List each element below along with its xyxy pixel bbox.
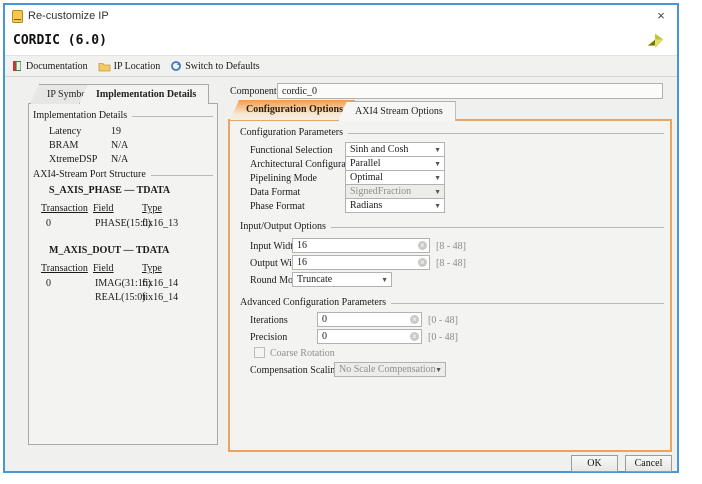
switch-to-defaults-button[interactable]: Switch to Defaults <box>170 60 259 72</box>
documentation-label: Documentation <box>26 61 88 72</box>
iterations-range: [0 - 48] <box>428 315 458 326</box>
data-format-value: SignedFraction <box>350 186 411 197</box>
col-header-type: Type <box>142 203 162 214</box>
configuration-options-panel: Configuration Parameters Functional Sele… <box>228 119 672 452</box>
implementation-details-panel: Implementation Details Latency 19 BRAM N… <box>28 103 218 445</box>
bram-value: N/A <box>111 140 128 151</box>
component-name-input[interactable] <box>277 83 663 99</box>
output-width-field[interactable] <box>292 255 430 270</box>
data-format-dropdown: SignedFraction ▼ <box>345 184 445 199</box>
table-cell: REAL(15:0) <box>95 292 146 303</box>
ip-block-icon <box>12 10 23 23</box>
axi-port-structure-section-title: AXI4-Stream Port Structure <box>33 169 213 180</box>
chevron-down-icon: ▼ <box>434 174 441 182</box>
table-cell: fix16_14 <box>142 278 178 289</box>
col-header-type: Type <box>142 263 162 274</box>
phase-format-dropdown[interactable]: Radians ▼ <box>345 198 445 213</box>
input-width-label: Input Width <box>250 241 298 252</box>
s-axis-phase-title: S_AXIS_PHASE — TDATA <box>49 185 170 196</box>
close-icon[interactable]: × <box>654 9 668 23</box>
architectural-configuration-dropdown[interactable]: Parallel ▼ <box>345 156 445 171</box>
clear-icon[interactable]: × <box>410 332 419 341</box>
precision-field[interactable] <box>317 329 422 344</box>
folder-icon <box>98 61 111 72</box>
ok-button[interactable]: OK <box>571 455 618 472</box>
toolbar: Documentation IP Location Switch to Defa… <box>5 55 677 77</box>
pipelining-mode-label: Pipelining Mode <box>250 173 317 184</box>
architectural-configuration-value: Parallel <box>350 158 381 169</box>
ip-header: CORDIC (6.0) <box>5 27 677 55</box>
switch-to-defaults-label: Switch to Defaults <box>185 61 259 72</box>
ip-location-label: IP Location <box>114 61 161 72</box>
chevron-down-icon: ▼ <box>381 276 388 284</box>
compensation-scaling-label: Compensation Scaling <box>250 365 340 376</box>
ip-location-button[interactable]: IP Location <box>98 61 161 72</box>
coarse-rotation-label: Coarse Rotation <box>270 348 335 359</box>
window-title: Re-customize IP <box>28 10 109 22</box>
functional-selection-value: Sinh and Cosh <box>350 144 408 155</box>
precision-range: [0 - 48] <box>428 332 458 343</box>
pipelining-mode-dropdown[interactable]: Optimal ▼ <box>345 170 445 185</box>
tab-axi4-stream-options[interactable]: AXI4 Stream Options <box>338 101 456 121</box>
tab-axi4-stream-options-label: AXI4 Stream Options <box>355 106 443 117</box>
clear-icon[interactable]: × <box>418 241 427 250</box>
latency-value: 19 <box>111 126 121 137</box>
titlebar: Re-customize IP <box>5 5 677 27</box>
tab-implementation-details-label: Implementation Details <box>96 89 196 100</box>
compensation-scaling-value: No Scale Compensation <box>339 364 436 375</box>
chevron-down-icon: ▼ <box>434 160 441 168</box>
data-format-label: Data Format <box>250 187 300 198</box>
cancel-button[interactable]: Cancel <box>625 455 672 472</box>
phase-format-value: Radians <box>350 200 382 211</box>
advanced-parameters-title: Advanced Configuration Parameters <box>240 297 664 308</box>
tab-configuration-options[interactable]: Configuration Options <box>230 100 355 120</box>
table-cell: fix16_13 <box>142 218 178 229</box>
output-width-range: [8 - 48] <box>436 258 466 269</box>
chevron-down-icon: ▼ <box>435 366 442 374</box>
functional-selection-label: Functional Selection <box>250 145 333 156</box>
chevron-down-icon: ▼ <box>434 188 441 196</box>
configuration-parameters-title: Configuration Parameters <box>240 127 664 138</box>
clear-icon[interactable]: × <box>410 315 419 324</box>
impl-details-section-title: Implementation Details <box>33 110 213 121</box>
iterations-field[interactable] <box>317 312 422 327</box>
chevron-down-icon: ▼ <box>434 146 441 154</box>
functional-selection-dropdown[interactable]: Sinh and Cosh ▼ <box>345 142 445 157</box>
ip-title: CORDIC (6.0) <box>13 33 107 48</box>
xtremedsp-label: XtremeDSP <box>49 154 97 165</box>
col-header-transaction: Transaction <box>41 263 88 274</box>
documentation-button[interactable]: Documentation <box>11 60 88 72</box>
m-axis-dout-title: M_AXIS_DOUT — TDATA <box>49 245 169 256</box>
io-options-title: Input/Output Options <box>240 221 664 232</box>
input-width-field[interactable] <box>292 238 430 253</box>
precision-label: Precision <box>250 332 287 343</box>
table-cell: 0 <box>46 218 51 229</box>
phase-format-label: Phase Format <box>250 201 305 212</box>
bram-label: BRAM <box>49 140 78 151</box>
pipelining-mode-value: Optimal <box>350 172 383 183</box>
round-mode-value: Truncate <box>297 274 332 285</box>
table-cell: fix16_14 <box>142 292 178 303</box>
xtremedsp-value: N/A <box>111 154 128 165</box>
round-mode-dropdown[interactable]: Truncate ▼ <box>292 272 392 287</box>
dialog-body: IP Symbol Implementation Details Impleme… <box>5 77 677 471</box>
xilinx-logo <box>645 30 667 52</box>
compensation-scaling-dropdown: No Scale Compensation ▼ <box>334 362 446 377</box>
tab-implementation-details[interactable]: Implementation Details <box>79 84 209 104</box>
tab-configuration-options-label: Configuration Options <box>246 104 343 115</box>
input-width-range: [8 - 48] <box>436 241 466 252</box>
latency-label: Latency <box>49 126 81 137</box>
col-header-transaction: Transaction <box>41 203 88 214</box>
coarse-rotation-checkbox <box>254 347 265 358</box>
col-header-field: Field <box>93 263 114 274</box>
clear-icon[interactable]: × <box>418 258 427 267</box>
book-icon <box>11 60 23 72</box>
recustomize-ip-dialog: Re-customize IP × CORDIC (6.0) Documenta… <box>3 3 679 473</box>
col-header-field: Field <box>93 203 114 214</box>
table-cell: 0 <box>46 278 51 289</box>
chevron-down-icon: ▼ <box>434 202 441 210</box>
iterations-label: Iterations <box>250 315 288 326</box>
refresh-icon <box>170 60 182 72</box>
